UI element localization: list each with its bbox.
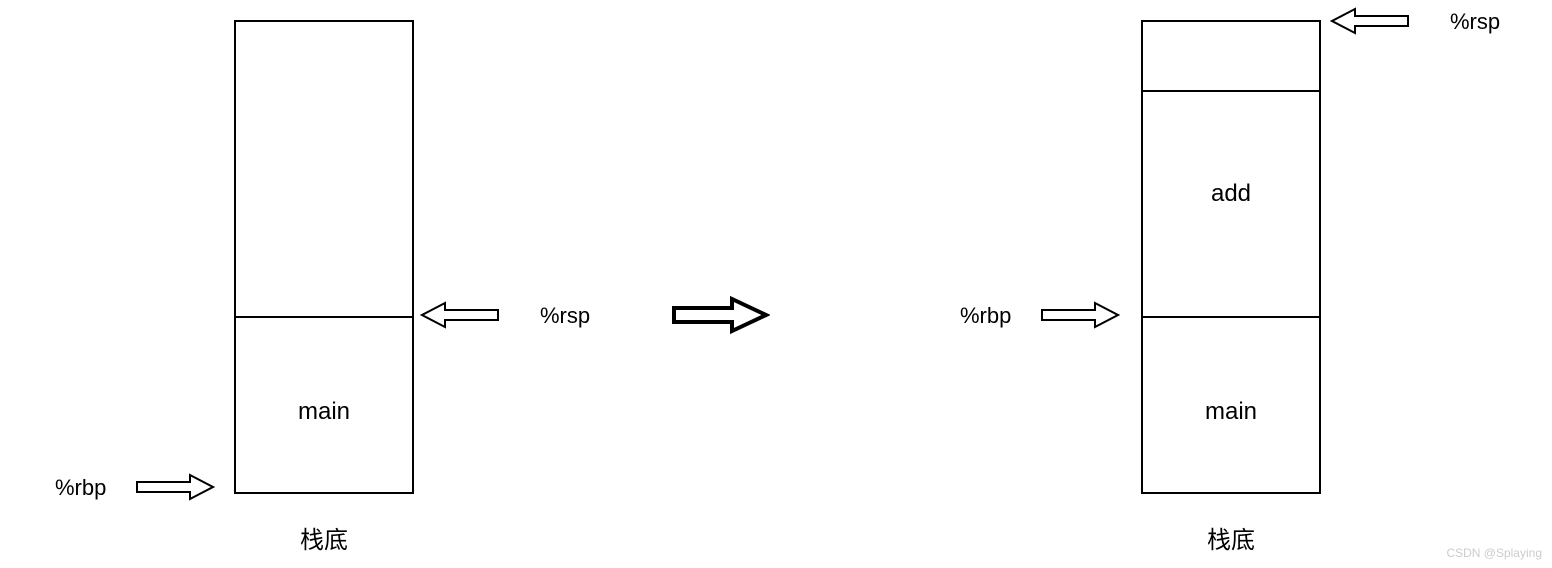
left-stack-divider [236,316,412,318]
right-frame-add-label: add [1143,180,1319,208]
left-stack: main [234,20,414,494]
arrow-right-icon [135,472,215,502]
arrow-left-icon [420,300,500,330]
right-stack-divider-2 [1143,316,1319,318]
right-frame-main-label: main [1143,398,1319,426]
right-bottom-label: 栈底 [1207,520,1255,555]
right-rsp-label: %rsp [1450,9,1500,35]
right-rbp-label: %rbp [960,303,1011,329]
left-rsp-label: %rsp [540,303,590,329]
watermark: CSDN @Splaying [1446,546,1542,560]
right-stack-divider-1 [1143,90,1319,92]
arrow-left-icon [1330,6,1410,36]
transition-arrow-icon [670,295,770,335]
arrow-right-icon [1040,300,1120,330]
left-rbp-label: %rbp [55,475,106,501]
left-bottom-label: 栈底 [300,520,348,555]
right-stack: add main [1141,20,1321,494]
left-frame-main-label: main [236,398,412,426]
